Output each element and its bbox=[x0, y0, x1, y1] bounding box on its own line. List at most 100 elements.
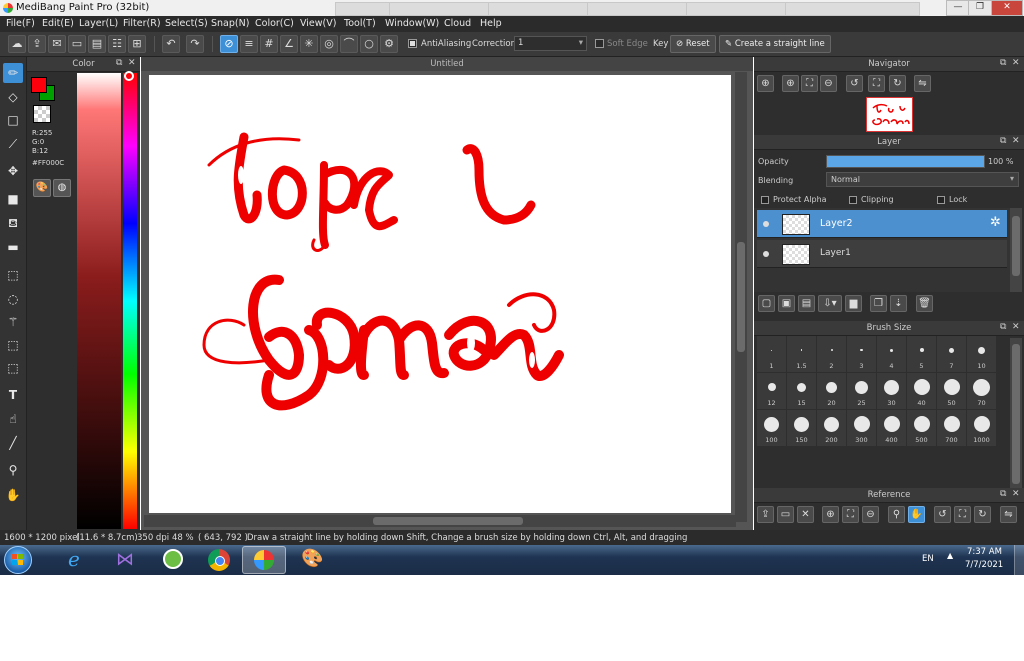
menu-layer[interactable]: Layer(L) bbox=[79, 18, 118, 29]
menu-color[interactable]: Color(C) bbox=[255, 18, 294, 29]
brush-size-option[interactable]: 3 bbox=[847, 336, 876, 372]
operation-tool-icon[interactable]: ☝ bbox=[3, 409, 23, 429]
menu-tool[interactable]: Tool(T) bbox=[344, 18, 376, 29]
undo-icon[interactable]: ↶ bbox=[162, 35, 180, 53]
saturation-value-field[interactable] bbox=[77, 73, 121, 529]
hue-cursor[interactable] bbox=[124, 71, 134, 81]
hand-tool-icon[interactable]: ✋ bbox=[3, 485, 23, 505]
taskbar-chrome[interactable] bbox=[197, 546, 241, 574]
brush-size-option[interactable]: 50 bbox=[937, 373, 966, 409]
upload-icon[interactable]: ⇪ bbox=[28, 35, 46, 53]
opacity-slider[interactable] bbox=[826, 155, 985, 168]
list-icon[interactable]: ☷ bbox=[108, 35, 126, 53]
brush-size-option[interactable]: 5 bbox=[907, 336, 936, 372]
background-tab[interactable] bbox=[389, 2, 489, 16]
rotate-right-icon[interactable]: ↻ bbox=[889, 75, 906, 92]
folder-icon[interactable]: ▆ bbox=[845, 295, 862, 312]
layer-scrollbar[interactable] bbox=[1010, 208, 1022, 292]
popout-icon[interactable]: ⧉ bbox=[1000, 489, 1006, 499]
start-button[interactable] bbox=[4, 546, 32, 574]
brush-size-option[interactable]: 25 bbox=[847, 373, 876, 409]
dot-tool-icon[interactable]: ⟋ bbox=[3, 134, 23, 154]
bucket-tool-icon[interactable]: ⛾ bbox=[3, 213, 23, 233]
brush-size-option[interactable]: 12 bbox=[757, 373, 786, 409]
brush-size-option[interactable]: 100 bbox=[757, 410, 786, 446]
correction-select[interactable]: 1 ▾ bbox=[514, 36, 587, 51]
gradient-tool-icon[interactable]: ▬ bbox=[3, 237, 23, 257]
close-icon[interactable]: ✕ bbox=[1012, 58, 1020, 68]
canvas-tab[interactable]: Untitled bbox=[141, 57, 753, 71]
taskbar-medibang[interactable] bbox=[242, 546, 286, 574]
menu-file[interactable]: File(F) bbox=[6, 18, 35, 29]
concentric-snap-icon[interactable]: ◎ bbox=[320, 35, 338, 53]
brush-tool-icon[interactable]: ✏ bbox=[3, 63, 23, 83]
new-layer-icon[interactable]: ▢ bbox=[758, 295, 775, 312]
tray-chevron-icon[interactable]: ▲ bbox=[947, 551, 953, 560]
language-indicator[interactable]: EN bbox=[922, 554, 934, 564]
brush-size-option[interactable]: 200 bbox=[817, 410, 846, 446]
trash-icon[interactable]: 🗑 bbox=[916, 295, 933, 312]
close-icon[interactable]: ✕ bbox=[128, 58, 136, 68]
vertical-scroll-thumb[interactable] bbox=[737, 242, 745, 352]
drawing-canvas[interactable] bbox=[149, 75, 731, 513]
parallel-snap-icon[interactable]: ≡ bbox=[240, 35, 258, 53]
grid-icon[interactable]: ⊞ bbox=[128, 35, 146, 53]
zoom-in-icon[interactable]: ⊕ bbox=[757, 75, 774, 92]
background-tab[interactable] bbox=[587, 2, 687, 16]
radial-snap-icon[interactable]: ✳ bbox=[300, 35, 318, 53]
duplicate-layer-icon[interactable]: ❐ bbox=[870, 295, 887, 312]
clock-time[interactable]: 7:37 AM bbox=[967, 547, 1002, 557]
brush-size-option[interactable]: 4 bbox=[877, 336, 906, 372]
brush-size-option[interactable]: 1 bbox=[757, 336, 786, 372]
horizontal-scroll-thumb[interactable] bbox=[373, 517, 523, 525]
open-folder-icon[interactable]: ▭ bbox=[777, 506, 794, 523]
redo-icon[interactable]: ↷ bbox=[186, 35, 204, 53]
layer-row-layer1[interactable]: Layer1 bbox=[757, 240, 1007, 268]
new-halftone-layer-icon[interactable]: ▣ bbox=[778, 295, 795, 312]
brush-size-option[interactable]: 1.5 bbox=[787, 336, 816, 372]
rotate-left-icon[interactable]: ↺ bbox=[934, 506, 951, 523]
foreground-color-swatch[interactable] bbox=[31, 77, 47, 93]
taskbar-paint[interactable]: 🎨 bbox=[289, 546, 333, 574]
zoom-in-icon[interactable]: ⊕ bbox=[822, 506, 839, 523]
palette-icon[interactable]: 🎨 bbox=[33, 179, 51, 197]
transparent-color-swatch[interactable] bbox=[33, 105, 51, 123]
brush-size-option[interactable]: 700 bbox=[937, 410, 966, 446]
soft-edge-checkbox[interactable] bbox=[595, 39, 604, 48]
minimize-button[interactable]: — bbox=[946, 0, 970, 16]
text-tool-icon[interactable]: T bbox=[3, 385, 23, 405]
hand-icon[interactable]: ✋ bbox=[908, 506, 925, 523]
curve-snap-icon[interactable]: ⌒ bbox=[340, 35, 358, 53]
flip-horizontal-icon[interactable]: ⇋ bbox=[914, 75, 931, 92]
move-tool-icon[interactable]: ✥ bbox=[3, 161, 23, 181]
document-icon[interactable]: ▤ bbox=[88, 35, 106, 53]
antialiasing-checkbox[interactable] bbox=[408, 39, 417, 48]
brush-size-option[interactable]: 40 bbox=[907, 373, 936, 409]
divide-tool-icon[interactable]: ╱ bbox=[3, 433, 23, 453]
snap-off-icon[interactable]: ⊘ bbox=[220, 35, 238, 53]
close-icon[interactable]: ✕ bbox=[1012, 322, 1020, 332]
blending-select[interactable]: Normal ▾ bbox=[826, 172, 1019, 187]
brush-size-option[interactable]: 400 bbox=[877, 410, 906, 446]
close-reference-icon[interactable]: ✕ bbox=[797, 506, 814, 523]
menu-snap[interactable]: Snap(N) bbox=[211, 18, 249, 29]
magic-wand-tool-icon[interactable]: ⚚ bbox=[3, 312, 23, 332]
brush-size-option[interactable]: 10 bbox=[967, 336, 996, 372]
gear-icon[interactable]: ✲ bbox=[990, 215, 1001, 230]
clock-date[interactable]: 7/7/2021 bbox=[965, 560, 1003, 570]
navigator-thumbnail[interactable] bbox=[866, 97, 913, 132]
zoom-in-icon[interactable]: ⊕ bbox=[782, 75, 799, 92]
rectangle-select-tool-icon[interactable]: □ bbox=[3, 110, 23, 130]
close-icon[interactable]: ✕ bbox=[1012, 489, 1020, 499]
select-tool-icon[interactable]: ⬚ bbox=[3, 265, 23, 285]
perspective-snap-icon[interactable]: ∠ bbox=[280, 35, 298, 53]
protect-alpha-checkbox[interactable] bbox=[761, 196, 769, 204]
brush-size-option[interactable]: 70 bbox=[967, 373, 996, 409]
color-mixer-icon[interactable]: ◍ bbox=[53, 179, 71, 197]
menu-edit[interactable]: Edit(E) bbox=[42, 18, 74, 29]
show-desktop-button[interactable] bbox=[1014, 545, 1024, 575]
reset-rotation-icon[interactable]: ⛶ bbox=[954, 506, 971, 523]
clipping-checkbox[interactable] bbox=[849, 196, 857, 204]
popout-icon[interactable]: ⧉ bbox=[116, 58, 122, 68]
vertical-scrollbar[interactable] bbox=[735, 72, 747, 522]
